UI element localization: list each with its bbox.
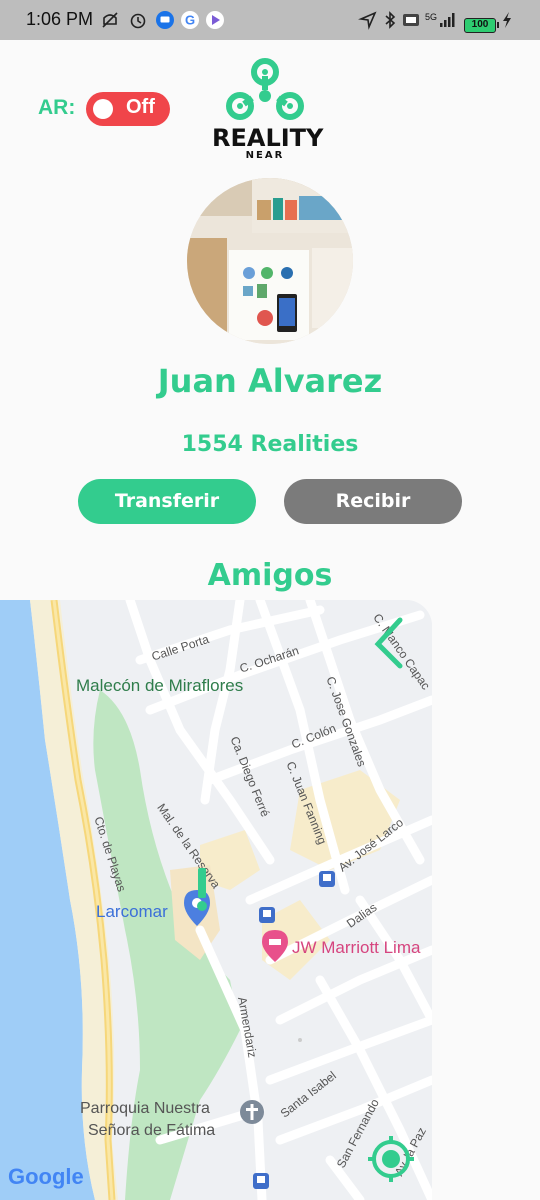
realities-count: 1554 Realities: [181, 432, 359, 457]
signal-icon: [440, 13, 455, 27]
google-attribution-text: Google: [8, 1164, 84, 1189]
friends-title: Amigos: [207, 558, 333, 593]
location-arrow-icon: [358, 11, 377, 30]
hotel-pin-icon[interactable]: [260, 928, 290, 964]
poi-marriott[interactable]: JW Marriott Lima: [292, 938, 420, 958]
bluetooth-icon: [385, 11, 396, 29]
status-bar: 1:06 PM G 5G 100: [0, 0, 540, 40]
receive-button[interactable]: Recibir: [284, 479, 462, 524]
google-app-icon: G: [181, 11, 199, 29]
collapse-chevron-icon[interactable]: [370, 616, 410, 672]
poi-larcomar[interactable]: Larcomar: [96, 902, 168, 922]
transfer-button[interactable]: Transferir: [78, 479, 256, 524]
alarm-icon: [130, 13, 146, 29]
logo-subtitle: NEAR: [245, 150, 285, 161]
bus-stop-icon: [259, 907, 275, 923]
avatar-photo: [187, 178, 353, 344]
my-location-icon[interactable]: [366, 1134, 416, 1184]
app-screen: 1:06 PM G 5G 100 AR: Off REALITY NEAR Ju…: [0, 0, 540, 1200]
messages-icon: [156, 11, 174, 29]
svg-text:G: G: [185, 13, 195, 28]
play-store-icon: [206, 11, 224, 29]
friend-marker-icon[interactable]: [192, 868, 212, 914]
poi-malecon[interactable]: Malecón de Miraflores: [76, 676, 243, 696]
bus-stop-icon: [319, 871, 335, 887]
logo-title: REALITY: [212, 124, 324, 152]
toggle-knob: [93, 99, 113, 119]
avatar[interactable]: [187, 178, 353, 344]
poi-parroquia-line1[interactable]: Parroquia Nuestra: [80, 1100, 210, 1118]
ar-label: AR:: [38, 96, 76, 119]
charging-icon: [503, 12, 511, 28]
mute-icon: [102, 12, 118, 28]
ar-toggle-state: Off: [126, 96, 155, 118]
friends-map[interactable]: Calle Porta C. Ocharán C. Manco Capac C.…: [0, 600, 432, 1200]
poi-parroquia-line2[interactable]: Señora de Fátima: [88, 1122, 215, 1140]
status-time: 1:06 PM: [26, 9, 94, 29]
ar-toggle[interactable]: Off: [86, 92, 170, 126]
bus-stop-icon: [253, 1173, 269, 1189]
battery-icon: 100: [464, 18, 499, 33]
google-attribution: Google: [8, 1164, 84, 1190]
church-pin-icon[interactable]: [238, 1098, 266, 1126]
user-name: Juan Alvarez: [157, 362, 383, 400]
volte-icon: [403, 14, 419, 26]
